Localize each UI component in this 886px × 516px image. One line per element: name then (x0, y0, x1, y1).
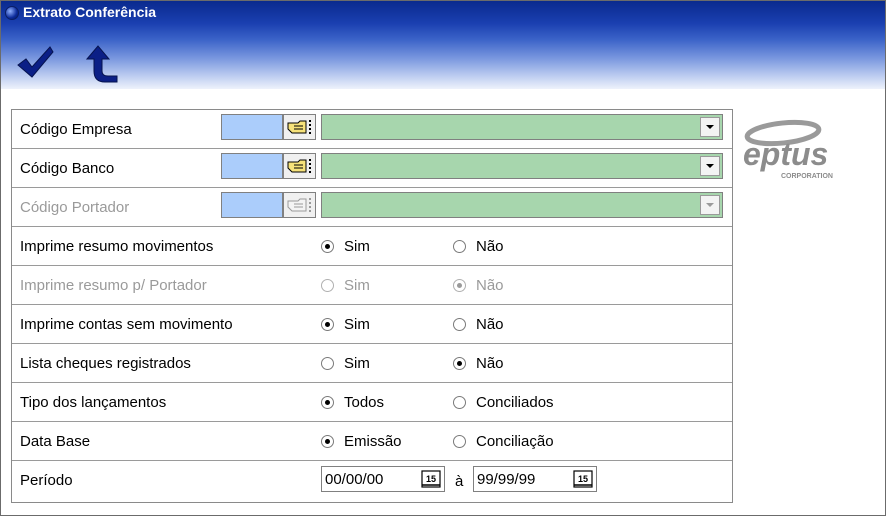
radio-label: Não (476, 237, 504, 255)
periodo-to-value: 99/99/99 (477, 471, 536, 488)
radio-label: Conciliação (476, 432, 554, 450)
calendar-icon[interactable]: 15 (421, 470, 441, 488)
chevron-down-icon[interactable] (700, 156, 720, 176)
radio-label: Emissão (344, 432, 402, 450)
codigo-banco-input[interactable] (221, 153, 283, 179)
periodo-between-label: à (455, 473, 464, 490)
codigo-portador-label: Código Portador (20, 199, 130, 216)
contas-sem-movimento-nao-radio[interactable]: Não (453, 315, 504, 333)
data-base-conciliacao-radio[interactable]: Conciliação (453, 432, 554, 450)
row-codigo-empresa: Código Empresa (12, 110, 732, 149)
radio-label: Conciliados (476, 393, 554, 411)
window-title: Extrato Conferência (23, 4, 157, 20)
contas-sem-movimento-label: Imprime contas sem movimento (20, 316, 233, 333)
row-codigo-banco: Código Banco (12, 149, 732, 188)
radio-dot (453, 278, 466, 292)
codigo-empresa-input[interactable] (221, 114, 283, 140)
radio-label: Sim (344, 315, 370, 333)
contas-sem-movimento-sim-radio[interactable]: Sim (321, 315, 370, 333)
tipo-lancamentos-todos-radio[interactable]: Todos (321, 393, 384, 411)
tipo-lancamentos-conciliados-radio[interactable]: Conciliados (453, 393, 554, 411)
row-resumo-movimentos: Imprime resumo movimentos Sim Não (12, 227, 732, 266)
row-contas-sem-movimento: Imprime contas sem movimento Sim Não (12, 305, 732, 344)
cheques-registrados-sim-radio[interactable]: Sim (321, 354, 370, 372)
cheques-registrados-nao-radio[interactable]: Não (453, 354, 504, 372)
radio-label: Sim (344, 276, 370, 294)
codigo-empresa-lookup-button[interactable] (283, 114, 316, 140)
resumo-movimentos-nao-radio[interactable]: Não (453, 237, 504, 255)
radio-dot (321, 239, 334, 253)
data-base-label: Data Base (20, 433, 91, 450)
portador-select (321, 192, 723, 218)
return-arrow-icon (85, 45, 118, 83)
window-icon (5, 6, 19, 20)
title-bar: Extrato Conferência (1, 1, 885, 23)
radio-dot (453, 395, 466, 409)
row-tipo-lancamentos: Tipo dos lançamentos Todos Conciliados (12, 383, 732, 422)
periodo-label: Período (20, 472, 73, 489)
radio-dot (453, 356, 466, 370)
back-button[interactable] (81, 43, 121, 83)
radio-dot (321, 434, 334, 448)
svg-text:15: 15 (426, 474, 436, 484)
radio-label: Todos (344, 393, 385, 411)
resumo-portador-label: Imprime resumo p/ Portador (20, 277, 207, 294)
radio-dot (321, 278, 334, 292)
radio-dot (453, 239, 466, 253)
radio-dot (321, 317, 334, 331)
chevron-down-icon[interactable] (700, 117, 720, 137)
checkmark-icon (17, 46, 54, 78)
radio-dot (453, 317, 466, 331)
radio-label: Não (476, 276, 504, 294)
codigo-portador-input (221, 192, 283, 218)
banco-select[interactable] (321, 153, 723, 179)
codigo-banco-label: Código Banco (20, 160, 115, 177)
cheques-registrados-label: Lista cheques registrados (20, 355, 191, 372)
pointing-hand-icon (287, 120, 311, 134)
resumo-portador-nao-radio: Não (453, 276, 504, 294)
resumo-movimentos-label: Imprime resumo movimentos (20, 238, 214, 255)
row-codigo-portador: Código Portador (12, 188, 732, 227)
periodo-from-input[interactable]: 00/00/00 15 (321, 466, 445, 492)
codigo-portador-lookup-button (283, 192, 316, 218)
pointing-hand-icon (287, 198, 311, 212)
radio-dot (453, 434, 466, 448)
row-data-base: Data Base Emissão Conciliação (12, 422, 732, 461)
radio-dot (321, 356, 334, 370)
logo-subtext: CORPORATION (781, 173, 833, 180)
periodo-to-input[interactable]: 99/99/99 15 (473, 466, 597, 492)
toolbar (1, 23, 885, 89)
radio-label: Sim (344, 354, 370, 372)
eptus-logo: eptus CORPORATION (741, 113, 857, 183)
svg-text:15: 15 (578, 474, 588, 484)
row-periodo: Período 00/00/00 15 à 99/99/99 15 (12, 461, 732, 499)
filter-form: Código Empresa Código Banco Código Porta… (11, 109, 733, 503)
logo-text: eptus (743, 136, 828, 172)
empresa-select[interactable] (321, 114, 723, 140)
codigo-empresa-label: Código Empresa (20, 121, 132, 138)
calendar-icon[interactable]: 15 (573, 470, 593, 488)
chevron-down-icon (700, 195, 720, 215)
row-resumo-portador: Imprime resumo p/ Portador Sim Não (12, 266, 732, 305)
resumo-portador-sim-radio: Sim (321, 276, 370, 294)
tipo-lancamentos-label: Tipo dos lançamentos (20, 394, 167, 411)
periodo-from-value: 00/00/00 (325, 471, 384, 488)
radio-label: Sim (344, 237, 370, 255)
codigo-banco-lookup-button[interactable] (283, 153, 316, 179)
data-base-emissao-radio[interactable]: Emissão (321, 432, 402, 450)
row-cheques-registrados: Lista cheques registrados Sim Não (12, 344, 732, 383)
radio-label: Não (476, 354, 504, 372)
resumo-movimentos-sim-radio[interactable]: Sim (321, 237, 370, 255)
confirm-button[interactable] (15, 43, 55, 83)
radio-dot (321, 395, 334, 409)
window: Extrato Conferência eptus CORPORATION Có… (0, 0, 886, 516)
pointing-hand-icon (287, 159, 311, 173)
radio-label: Não (476, 315, 504, 333)
